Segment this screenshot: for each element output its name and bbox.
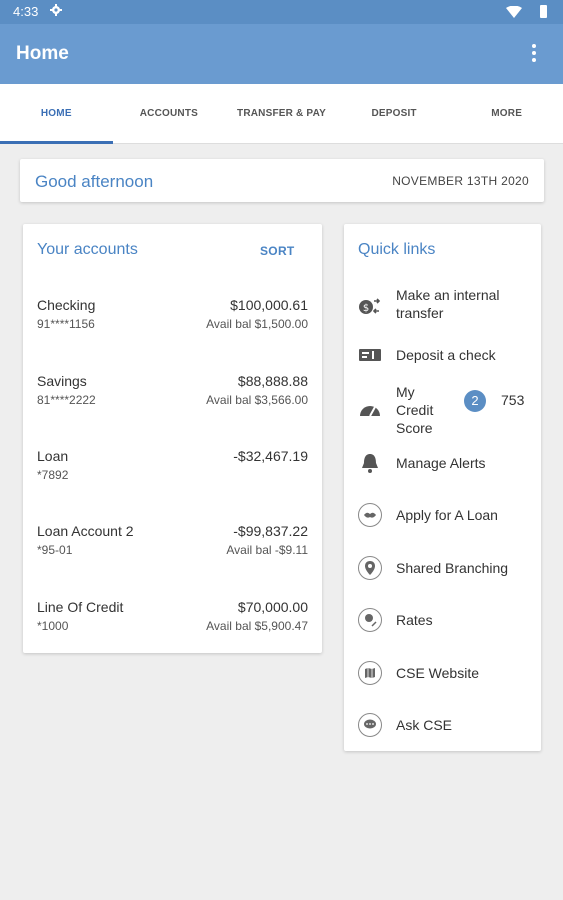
- account-available-balance: Avail bal $5,900.47: [206, 619, 308, 633]
- greeting-text: Good afternoon: [35, 172, 154, 191]
- quick-link-manage-alerts[interactable]: Manage Alerts: [344, 450, 541, 476]
- overflow-menu-icon[interactable]: [527, 42, 541, 66]
- account-balance: -$99,837.22: [233, 523, 308, 539]
- handshake-icon: [358, 503, 382, 527]
- tab-deposit[interactable]: DEPOSIT: [338, 84, 451, 144]
- app-bar: Home: [0, 24, 563, 84]
- battery-icon: [540, 5, 547, 18]
- quick-link-credit-score[interactable]: My Credit Score 2 753: [344, 382, 541, 438]
- quick-link-label: Rates: [396, 612, 433, 628]
- chat-icon: [358, 713, 382, 737]
- credit-score-badge: 2: [464, 390, 486, 412]
- account-number: 81****2222: [37, 393, 96, 407]
- quick-link-label: My Credit Score: [396, 384, 434, 436]
- account-name: Loan Account 2: [37, 523, 134, 539]
- settings-gear-icon: [50, 4, 62, 16]
- quick-links-title: Quick links: [358, 241, 436, 258]
- status-time: 4:33: [13, 4, 39, 19]
- account-name: Line Of Credit: [37, 599, 124, 615]
- quick-link-label: Deposit a check: [396, 347, 496, 363]
- quick-link-label: Make an internal transfer: [396, 287, 500, 321]
- svg-text:$: $: [363, 303, 369, 314]
- quick-link-label: Manage Alerts: [396, 455, 486, 471]
- account-name: Loan: [37, 448, 69, 464]
- account-number: 91****1156: [37, 317, 95, 331]
- account-name: Checking: [37, 297, 96, 313]
- wifi-icon: [506, 6, 522, 18]
- account-balance: -$32,467.19: [233, 448, 308, 464]
- account-available-balance: Avail bal -$9.11: [226, 543, 308, 557]
- account-row[interactable]: Loan Account 2 *95-01 -$99,837.22 Avail …: [23, 523, 322, 563]
- tab-home[interactable]: HOME: [0, 84, 113, 144]
- account-row[interactable]: Loan *7892 -$32,467.19: [23, 448, 322, 488]
- quick-link-apply-loan[interactable]: Apply for A Loan: [344, 502, 541, 528]
- quick-link-internal-transfer[interactable]: $ Make an internal transfer: [344, 284, 541, 324]
- quick-link-label: Ask CSE: [396, 717, 453, 733]
- check-deposit-icon: [359, 349, 381, 361]
- quick-link-rates[interactable]: Rates: [344, 607, 541, 633]
- transfer-icon: $: [359, 298, 381, 314]
- account-number: *1000: [37, 619, 69, 633]
- greeting-card: Good afternoon NOVEMBER 13TH 2020: [20, 159, 544, 202]
- account-name: Savings: [37, 373, 87, 389]
- tab-transfer-pay[interactable]: TRANSFER & PAY: [225, 84, 338, 144]
- quick-link-ask-cse[interactable]: Ask CSE: [344, 712, 541, 738]
- accounts-title: Your accounts: [37, 241, 138, 258]
- status-bar: 4:33: [0, 0, 563, 24]
- quick-link-label: CSE Website: [396, 665, 479, 681]
- quick-link-label: Shared Branching: [396, 560, 509, 576]
- location-pin-icon: [358, 556, 382, 580]
- greeting-date: NOVEMBER 13TH 2020: [392, 174, 529, 188]
- quick-link-shared-branching[interactable]: Shared Branching: [344, 555, 541, 581]
- gauge-icon: [360, 406, 380, 417]
- accounts-card: Your accounts SORT Checking 91****1156 $…: [23, 224, 322, 653]
- quick-link-cse-website[interactable]: CSE Website: [344, 660, 541, 686]
- tab-bar: HOME ACCOUNTS TRANSFER & PAY DEPOSIT MOR…: [0, 84, 563, 144]
- account-row[interactable]: Savings 81****2222 $88,888.88 Avail bal …: [23, 373, 322, 413]
- account-available-balance: Avail bal $3,566.00: [206, 393, 308, 407]
- map-icon: [358, 661, 382, 685]
- account-balance: $100,000.61: [230, 297, 308, 313]
- page-title: Home: [16, 43, 69, 64]
- sort-button[interactable]: SORT: [260, 244, 295, 258]
- account-available-balance: Avail bal $1,500.00: [206, 317, 308, 331]
- quick-link-label: Apply for A Loan: [396, 507, 498, 523]
- account-number: *7892: [37, 468, 69, 482]
- account-row[interactable]: Checking 91****1156 $100,000.61 Avail ba…: [23, 297, 322, 337]
- account-row[interactable]: Line Of Credit *1000 $70,000.00 Avail ba…: [23, 599, 322, 639]
- tab-more[interactable]: MORE: [450, 84, 563, 144]
- quick-links-card: Quick links $ Make an internal transfer …: [344, 224, 541, 751]
- rates-icon: [358, 608, 382, 632]
- account-balance: $88,888.88: [237, 373, 308, 389]
- tab-accounts[interactable]: ACCOUNTS: [113, 84, 226, 144]
- account-number: *95-01: [37, 543, 73, 557]
- bell-icon: [362, 454, 378, 473]
- account-balance: $70,000.00: [237, 599, 308, 615]
- credit-score-value: 753: [501, 392, 525, 408]
- quick-link-deposit-check[interactable]: Deposit a check: [344, 342, 541, 368]
